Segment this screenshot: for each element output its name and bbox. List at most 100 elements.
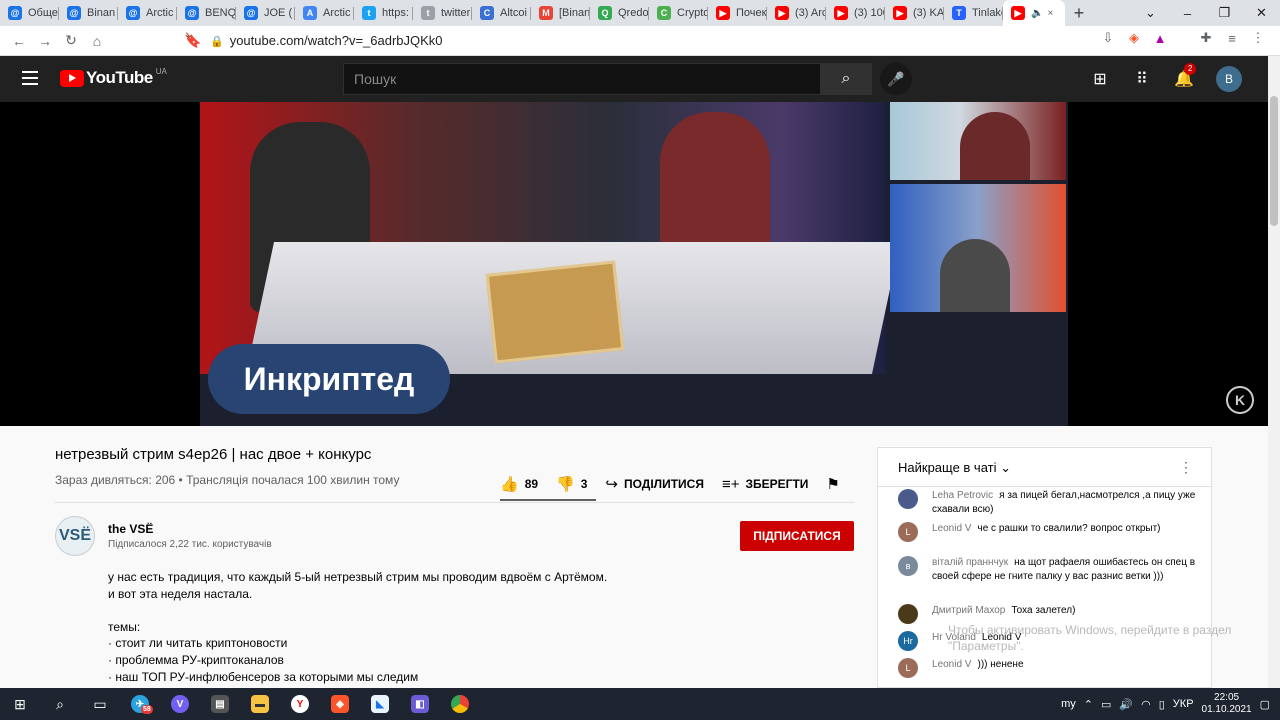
altcoin-icon: C — [480, 6, 494, 20]
create-video-icon[interactable]: ⊞ — [1090, 69, 1110, 89]
close-tab-icon[interactable]: × — [1047, 8, 1053, 19]
subscribe-button[interactable]: ПІДПИСАТИСЯ — [740, 521, 854, 551]
keyboard-language[interactable]: УКР — [1173, 698, 1194, 710]
user-language-indicator[interactable]: my — [1061, 698, 1076, 710]
browser-tab[interactable]: t twitter — [413, 0, 472, 26]
browser-tab[interactable]: t https: — [354, 0, 413, 26]
crypto-icon: C — [657, 6, 671, 20]
clock-date: 01.10.2021 — [1201, 704, 1252, 715]
youtube-icon: ▶ — [893, 6, 907, 20]
browser-tab[interactable]: @ Обще — [0, 0, 59, 26]
chat-author[interactable]: Leonid V — [932, 659, 971, 670]
file-explorer-icon[interactable]: ▬ — [240, 688, 280, 720]
report-button[interactable]: ⚑ — [826, 475, 845, 493]
browser-tab[interactable]: @ JOE ( — [236, 0, 295, 26]
dislike-count: 3 — [580, 477, 588, 491]
qredo-icon: Q — [598, 6, 612, 20]
reading-list-icon[interactable]: ≡ — [1224, 31, 1240, 46]
brave-shield-icon[interactable]: ◈ — [1126, 30, 1142, 46]
notifications-icon[interactable]: ▢ — [1260, 698, 1270, 711]
microphone-icon[interactable]: 🎤 — [880, 63, 912, 95]
avatar[interactable]: B — [1216, 66, 1242, 92]
close-window-icon[interactable]: ✕ — [1243, 5, 1280, 21]
browser-tab[interactable]: M [Binan — [531, 0, 590, 26]
new-tab-button[interactable]: + — [1065, 0, 1093, 26]
browser-tab[interactable]: C Altcoi — [472, 0, 531, 26]
volume-icon[interactable]: 🔊 — [1119, 698, 1133, 711]
browser-tab[interactable]: TTinlake — [944, 0, 1003, 26]
dislike-button[interactable]: 👎 3 — [556, 475, 587, 493]
browser-tab[interactable]: A Arctic — [295, 0, 354, 26]
chat-author[interactable]: Дмитрий Махор — [932, 605, 1005, 616]
browser-menu-icon[interactable]: ⋮ — [1250, 30, 1266, 46]
chat-author[interactable]: Leonid V — [932, 523, 971, 534]
file-manager-icon[interactable]: ▤ — [200, 688, 240, 720]
page-scrollbar[interactable] — [1268, 56, 1280, 688]
wifi-icon[interactable]: ◠ — [1141, 698, 1151, 711]
chat-author[interactable]: Leha Petrovic — [932, 490, 993, 501]
pizza-box — [485, 260, 625, 364]
extensions-icon[interactable]: ✚ — [1198, 30, 1214, 46]
share-button[interactable]: ↪ ПОДІЛИТИСЯ — [605, 475, 704, 493]
browser-tab[interactable]: @ Arctic — [118, 0, 177, 26]
network-icon[interactable]: ▭ — [1101, 698, 1111, 711]
chevron-up-icon[interactable]: ⌃ — [1084, 698, 1093, 711]
battery-icon[interactable]: ▯ — [1159, 698, 1165, 711]
chrome-icon[interactable] — [440, 688, 480, 720]
browser-tab[interactable]: C Crypto — [649, 0, 708, 26]
tinlake-icon: T — [952, 6, 966, 20]
chat-avatar: L — [898, 658, 918, 678]
back-icon[interactable]: ← — [6, 33, 32, 49]
notifications-bell-icon[interactable]: 🔔 2 — [1174, 63, 1197, 89]
browser-tab[interactable]: ▶ (3) Arc — [767, 0, 826, 26]
chat-author[interactable]: віталій праннчук — [932, 557, 1008, 568]
browser-tab[interactable]: Q Qredo — [590, 0, 649, 26]
like-button[interactable]: 👍 89 — [500, 475, 538, 493]
task-view-icon[interactable]: ▭ — [80, 688, 120, 720]
window-controls: ⌄ – ❐ ✕ — [1132, 0, 1280, 26]
youtube-icon: ▶ — [1011, 6, 1025, 20]
yandex-browser-icon[interactable]: Y — [280, 688, 320, 720]
youtube-icon: ▶ — [775, 6, 789, 20]
search-input[interactable]: Пошук — [343, 63, 821, 95]
apps-grid-icon[interactable]: ⠿ — [1132, 69, 1152, 89]
url-field[interactable]: 🔒 youtube.com/watch?v=_6adrbJQKk0 — [210, 30, 1010, 52]
search-icon[interactable]: ⌕ — [820, 63, 872, 95]
description-line: · наш ТОП РУ-инфлюбенсеров за которыми м… — [108, 669, 419, 684]
browser-tab[interactable]: @ BENQ — [177, 0, 236, 26]
home-icon[interactable]: ⌂ — [84, 33, 110, 49]
host-right — [660, 112, 770, 262]
brave-browser-icon[interactable]: ◈ — [320, 688, 360, 720]
scrollbar-thumb[interactable] — [1270, 96, 1278, 226]
forward-icon[interactable]: → — [32, 33, 58, 49]
maximize-icon[interactable]: ❐ — [1206, 5, 1243, 21]
bookmark-icon[interactable]: 🔖 — [180, 32, 206, 49]
browser-tab-active[interactable]: ▶ 🔈 × — [1003, 0, 1065, 26]
app-icon[interactable]: ◣ — [360, 688, 400, 720]
install-icon[interactable]: ⇩ — [1100, 30, 1116, 46]
browser-tab[interactable]: ▶ Почек — [708, 0, 767, 26]
minimize-icon[interactable]: – — [1169, 6, 1206, 21]
video-player[interactable]: Инкриптед — [0, 102, 1268, 426]
like-count: 89 — [524, 477, 539, 491]
browser-tab[interactable]: ▶(3) 100 — [826, 0, 885, 26]
clock[interactable]: 22:05 01.10.2021 — [1202, 692, 1252, 716]
search-icon[interactable]: ⌕ — [40, 688, 80, 720]
youtube-logo[interactable]: YouTube UA — [60, 67, 167, 88]
chat-text: Тоха залетел) — [1011, 605, 1076, 616]
more-options-icon[interactable]: ⋮ — [1179, 448, 1193, 487]
browser-tab[interactable]: ▶ (3) KA — [885, 0, 944, 26]
reload-icon[interactable]: ↻ — [58, 32, 84, 49]
channel-name[interactable]: the VSË — [108, 522, 153, 536]
viber-icon[interactable]: V — [160, 688, 200, 720]
brave-rewards-icon[interactable]: ▲ — [1152, 31, 1168, 46]
chat-header[interactable]: Найкраще в чаті ⌄ ⋮ — [878, 448, 1211, 487]
browser-tab[interactable]: @ Binan — [59, 0, 118, 26]
hamburger-menu-icon[interactable] — [22, 71, 38, 85]
tab-search-icon[interactable]: ⌄ — [1132, 5, 1169, 21]
windows-start-icon[interactable]: ⊞ — [0, 688, 40, 720]
channel-avatar[interactable]: VSË — [55, 516, 95, 556]
notes-app-icon[interactable]: ◧ — [400, 688, 440, 720]
save-button[interactable]: ≡+ ЗБЕРЕГТИ — [722, 476, 808, 493]
telegram-icon[interactable]: ✈ 58 — [120, 688, 160, 720]
